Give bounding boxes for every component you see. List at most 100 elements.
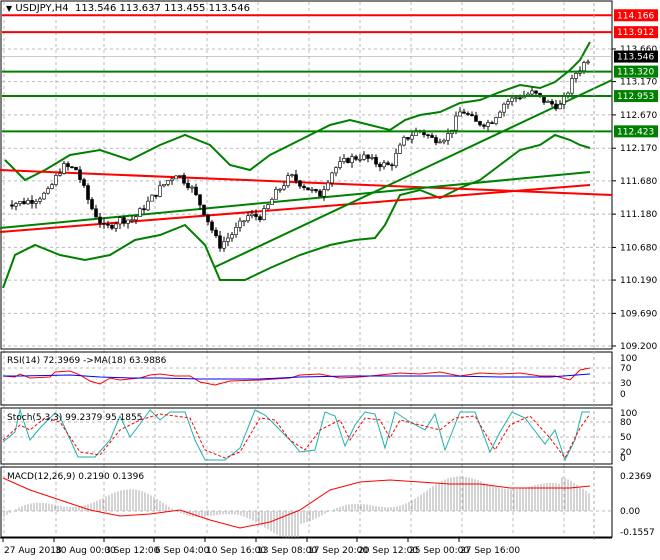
candle-body xyxy=(166,180,170,185)
candle-body xyxy=(174,175,178,180)
candle-body xyxy=(370,157,374,159)
candle-body xyxy=(458,111,462,117)
candle-body xyxy=(106,223,110,226)
candle-body xyxy=(342,158,346,162)
candle-body xyxy=(26,199,30,205)
candle-body xyxy=(554,103,558,110)
candle-body xyxy=(570,78,574,94)
candle-body xyxy=(162,183,166,187)
candle-body xyxy=(82,179,86,186)
candle-body xyxy=(518,97,522,100)
candle-body xyxy=(250,213,254,216)
price-tick-label: 110.190 xyxy=(620,276,657,286)
candle-body xyxy=(102,223,106,225)
candle-body xyxy=(210,221,214,231)
grid xyxy=(2,2,612,536)
candle-body xyxy=(314,189,318,192)
candle-body xyxy=(182,175,186,184)
candle-body xyxy=(122,217,126,224)
candle-body xyxy=(134,216,138,221)
candle-body xyxy=(302,185,306,189)
candle-body xyxy=(558,103,562,110)
candle-body xyxy=(30,199,34,204)
candle-body xyxy=(34,201,38,204)
candle-body xyxy=(234,227,238,235)
candle-body xyxy=(42,192,46,200)
candle-body xyxy=(110,224,114,229)
candle-body xyxy=(50,184,54,189)
level-price-label: 112.953 xyxy=(617,92,654,102)
time-tick-label: 3 Sep 12:00 xyxy=(105,546,160,556)
candle-body xyxy=(286,175,290,187)
candle-body xyxy=(446,133,450,141)
level-price-label: 114.166 xyxy=(617,11,654,21)
stoch-axis-label: 80 xyxy=(620,418,632,428)
candle-body xyxy=(282,185,286,190)
candle-body xyxy=(46,188,50,194)
candle-body xyxy=(382,162,386,168)
candle-body xyxy=(238,220,242,228)
candle-body xyxy=(490,122,494,124)
candle-body xyxy=(294,174,298,182)
candle-body xyxy=(394,153,398,167)
candle-body xyxy=(346,158,350,163)
candle-body xyxy=(434,137,438,144)
candle-body xyxy=(322,189,326,197)
candle-body xyxy=(358,159,362,161)
candle-body xyxy=(246,215,250,222)
candle-body xyxy=(138,208,142,217)
triangle-down-icon[interactable]: ▼ xyxy=(6,4,12,13)
candle-body xyxy=(194,186,198,196)
candle-body xyxy=(398,144,402,154)
candle-body xyxy=(298,180,302,187)
level-price-label: 113.912 xyxy=(617,28,654,38)
candle-body xyxy=(586,61,590,64)
candle-body xyxy=(378,163,382,168)
ohlc-values: 113.546 113.637 113.455 113.546 xyxy=(75,3,250,14)
candle-body xyxy=(214,229,218,237)
candle-body xyxy=(386,162,390,166)
green-trendline-steep xyxy=(214,79,613,268)
candle-body xyxy=(86,185,90,200)
candle-body xyxy=(546,101,550,103)
candle-body xyxy=(430,135,434,138)
candle-body xyxy=(118,217,122,225)
candle-body xyxy=(506,101,510,105)
candle-body xyxy=(114,223,118,229)
candle-body xyxy=(474,115,478,122)
candle-body xyxy=(258,216,262,221)
price-tick-label: 113.170 xyxy=(620,78,657,88)
candle-body xyxy=(330,172,334,184)
candle-body xyxy=(146,200,150,211)
rsi-axis-label: 70 xyxy=(620,364,632,374)
chart-header: ▼ USDJPY,H4 113.546 113.637 113.455 113.… xyxy=(6,3,250,14)
candle-body xyxy=(502,103,506,113)
candle-body xyxy=(38,198,42,202)
candle-body xyxy=(574,73,578,79)
candle-body xyxy=(70,166,74,169)
candle-body xyxy=(270,198,274,205)
candle-body xyxy=(550,101,554,105)
macd-histogram xyxy=(3,476,590,540)
candle-body xyxy=(306,187,310,191)
candle-body xyxy=(290,174,294,176)
price-tick-label: 112.670 xyxy=(620,111,657,121)
candle-body xyxy=(326,182,330,190)
stoch-axis-label: 50 xyxy=(620,433,632,443)
rsi-axis-label: 30 xyxy=(620,379,632,389)
price-axis: 113.660 113.170 112.670 112.170 111.680 111.1… xyxy=(612,45,657,538)
candle-body xyxy=(362,154,366,160)
candle-body xyxy=(186,182,190,189)
candle-body xyxy=(410,135,414,140)
price-levels: 114.166113.912113.546113.320112.953112.4… xyxy=(2,9,658,138)
candle-body xyxy=(62,163,66,174)
candle-body xyxy=(562,96,566,105)
price-tick-label: 109.200 xyxy=(620,342,657,352)
candle-body xyxy=(466,113,470,115)
candle-body xyxy=(366,154,370,159)
candle-body xyxy=(170,178,174,181)
candle-body xyxy=(478,121,482,126)
level-price-label: 112.423 xyxy=(617,127,654,137)
candle-body xyxy=(98,216,102,224)
candle-body xyxy=(462,111,466,114)
